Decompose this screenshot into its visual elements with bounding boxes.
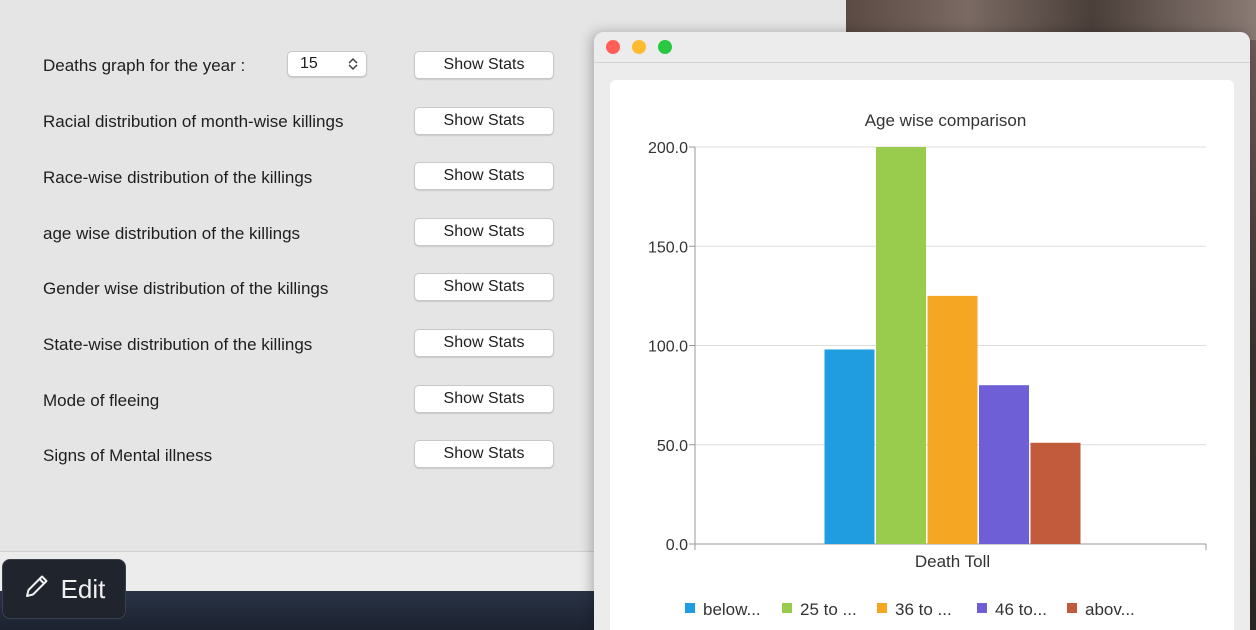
age-wise-bar-chart: Age wise comparison 0.0 50.0 100.0 150.0 200.… xyxy=(648,111,1207,619)
row-mental-illness: Signs of Mental illness xyxy=(43,442,212,470)
zoom-window-icon[interactable] xyxy=(658,40,672,54)
bar-1 xyxy=(824,349,875,544)
show-stats-button-racial-month[interactable]: Show Stats xyxy=(414,107,554,135)
row-race-wise: Race-wise distribution of the killings xyxy=(43,164,312,192)
show-stats-button-age-wise[interactable]: Show Stats xyxy=(414,218,554,246)
row-label-age-wise: age wise distribution of the killings xyxy=(43,224,301,243)
row-label-mental-illness: Signs of Mental illness xyxy=(43,446,213,465)
row-deaths-graph: Deaths graph for the year : xyxy=(43,52,245,80)
show-stats-button-gender-wise[interactable]: Show Stats xyxy=(414,273,554,301)
bar-3 xyxy=(927,295,978,544)
row-label-deaths-graph: Deaths graph for the year : xyxy=(43,56,246,75)
row-label-gender-wise: Gender wise distribution of the killings xyxy=(43,279,329,298)
row-label-race-wise: Race-wise distribution of the killings xyxy=(43,168,313,187)
show-stats-button-state-wise[interactable]: Show Stats xyxy=(414,329,554,357)
edit-button[interactable]: Edit xyxy=(2,559,126,619)
show-stats-button-mode-fleeing[interactable]: Show Stats xyxy=(414,385,554,413)
legend-swatch-4 xyxy=(977,603,987,613)
legend-swatch-3 xyxy=(877,603,887,613)
row-state-wise: State-wise distribution of the killings xyxy=(43,331,312,359)
bar-4 xyxy=(979,385,1029,544)
show-stats-button-mental-illness[interactable]: Show Stats xyxy=(414,440,554,468)
y-tick-label: 150.0 xyxy=(648,239,688,256)
row-racial-month: Racial distribution of month-wise killin… xyxy=(43,108,343,136)
legend-swatch-5 xyxy=(1067,603,1077,613)
row-age-wise: age wise distribution of the killings xyxy=(43,220,300,248)
minimize-window-icon[interactable] xyxy=(632,40,646,54)
row-mode-fleeing: Mode of fleeing xyxy=(43,387,159,415)
chart-window-titlebar[interactable] xyxy=(594,32,1250,63)
chart-panel: Age wise comparison 0.0 50.0 100.0 150.0 200.… xyxy=(610,80,1234,630)
legend-swatch-1 xyxy=(685,603,695,613)
chart-window: Age wise comparison 0.0 50.0 100.0 150.0 200.… xyxy=(594,32,1250,630)
year-spinner-value: 15 xyxy=(300,55,318,72)
row-label-racial-month: Racial distribution of month-wise killin… xyxy=(43,112,344,131)
show-stats-button-race-wise[interactable]: Show Stats xyxy=(414,162,554,190)
show-stats-button-deaths-graph[interactable]: Show Stats xyxy=(414,51,554,79)
row-label-mode-fleeing: Mode of fleeing xyxy=(43,391,160,410)
legend-label-3: 36 to ... xyxy=(895,600,952,619)
x-category-label: Death Toll xyxy=(915,552,990,571)
bar-5 xyxy=(1030,442,1081,544)
bar-2 xyxy=(876,147,926,544)
legend-swatch-2 xyxy=(782,603,792,613)
y-tick-label: 100.0 xyxy=(648,339,688,356)
desktop-wallpaper-edge xyxy=(1250,40,1256,630)
row-label-state-wise: State-wise distribution of the killings xyxy=(43,335,313,354)
legend-label-4: 46 to... xyxy=(995,600,1047,619)
pencil-icon xyxy=(23,572,51,607)
y-tick-label: 200.0 xyxy=(648,140,688,157)
legend-label-1: below... xyxy=(703,600,761,619)
spinner-arrows-icon[interactable] xyxy=(348,57,358,71)
row-gender-wise: Gender wise distribution of the killings xyxy=(43,275,328,303)
edit-button-label: Edit xyxy=(60,573,106,604)
y-tick-label: 0.0 xyxy=(666,537,688,554)
legend-label-5: abov... xyxy=(1085,600,1135,619)
y-tick-label: 50.0 xyxy=(657,438,688,455)
legend-label-2: 25 to ... xyxy=(800,600,857,619)
close-window-icon[interactable] xyxy=(606,40,620,54)
chart-title: Age wise comparison xyxy=(865,111,1027,130)
year-spinner[interactable]: 15 xyxy=(287,51,367,77)
